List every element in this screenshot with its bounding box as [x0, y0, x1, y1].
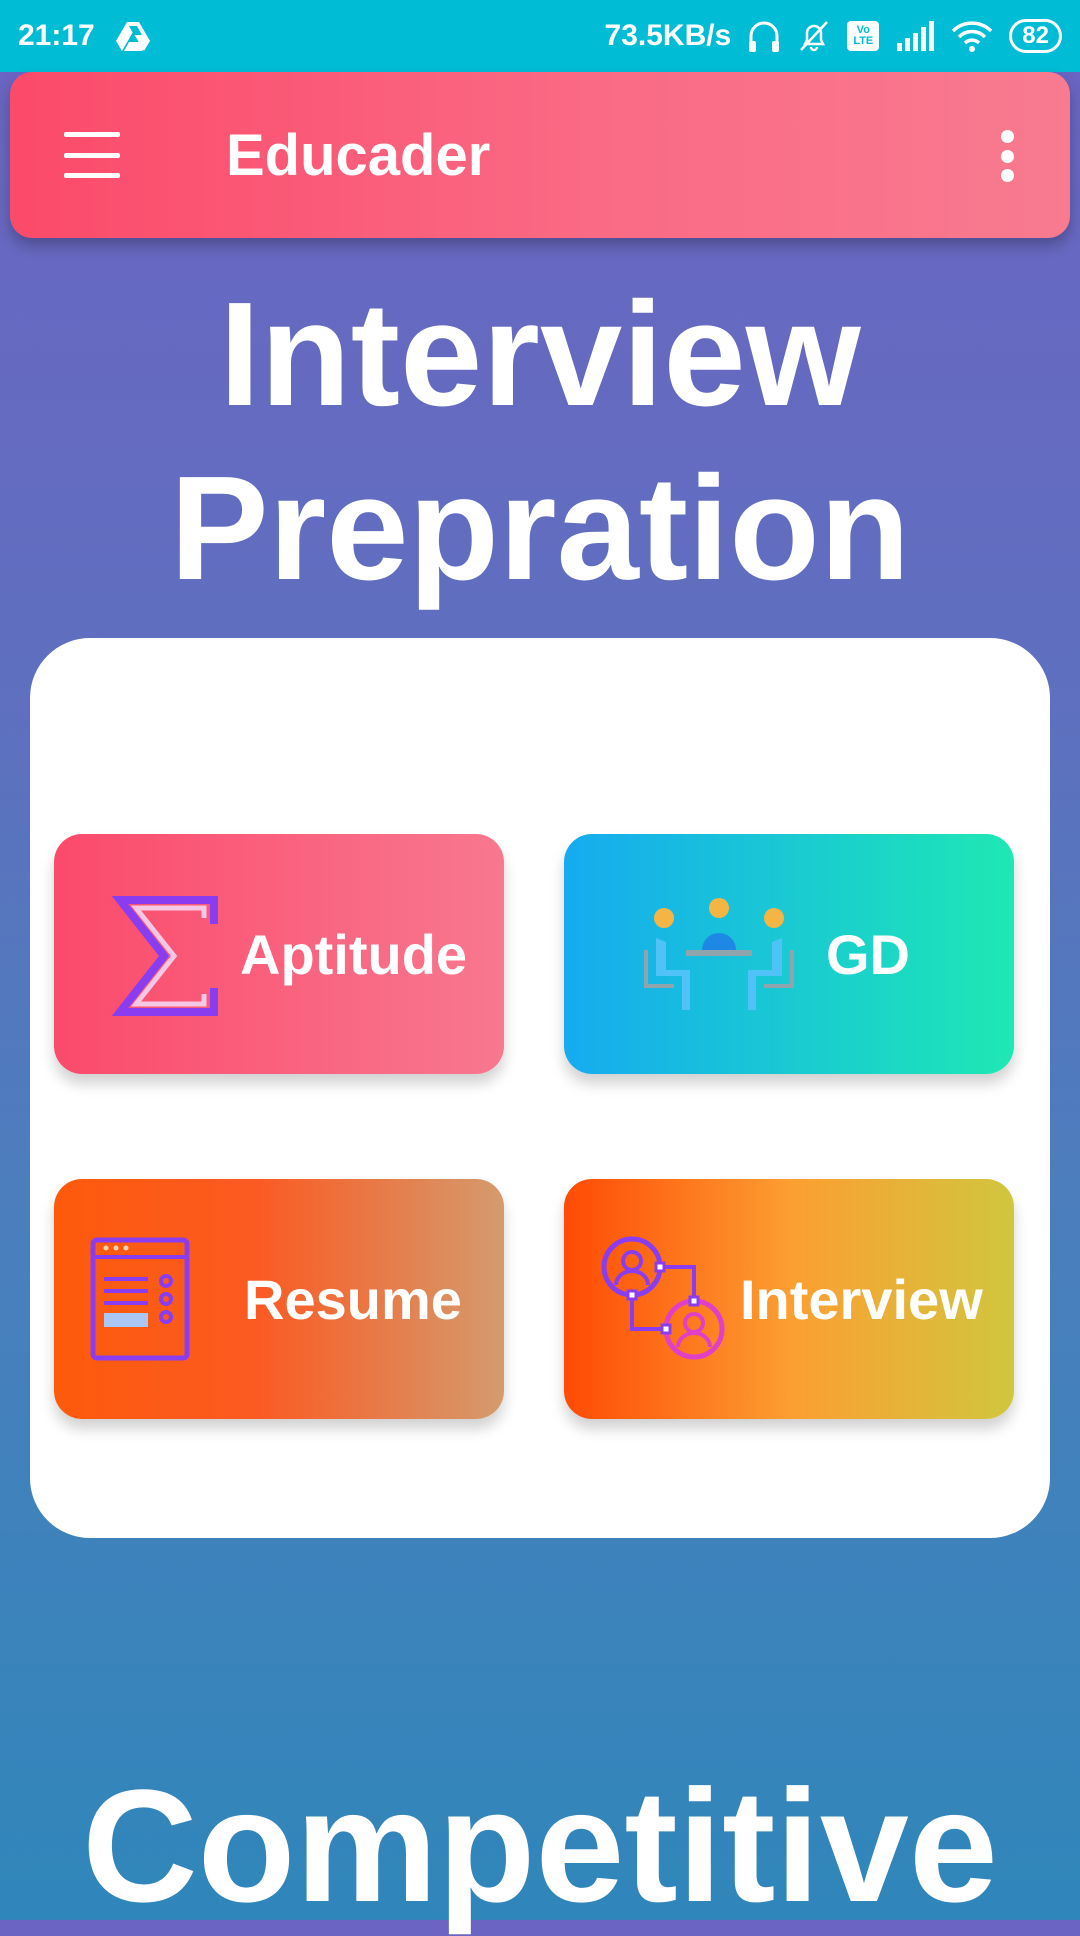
section-heading-interview-preparation: Interview Prepration	[0, 268, 1080, 616]
app-title: Educader	[226, 123, 491, 188]
resume-label: Resume	[244, 1268, 462, 1331]
wifi-icon	[951, 20, 993, 52]
battery-icon: 82	[1009, 19, 1062, 53]
network-speed: 73.5KB/s	[604, 19, 732, 52]
sigma-icon	[110, 894, 220, 1023]
headphones-icon	[747, 19, 781, 53]
heading-line-1: Interview	[219, 272, 861, 437]
resume-icon	[90, 1237, 190, 1366]
status-left: 21:17	[18, 19, 151, 53]
category-panel: Aptitude GD Resume Interview	[30, 638, 1050, 1538]
interview-icon	[600, 1235, 728, 1368]
status-time: 21:17	[18, 19, 95, 52]
group-discussion-icon	[642, 898, 796, 1019]
status-right: 73.5KB/s Vo LTE 82	[605, 19, 1062, 53]
aptitude-label: Aptitude	[240, 923, 468, 986]
more-vertical-icon[interactable]	[1000, 130, 1014, 182]
interview-label: Interview	[740, 1268, 983, 1331]
signal-icon	[895, 21, 935, 51]
resume-tile[interactable]: Resume	[54, 1179, 504, 1419]
volte-icon: Vo LTE	[847, 21, 880, 51]
battery-level: 82	[1022, 22, 1049, 49]
aptitude-tile[interactable]: Aptitude	[54, 834, 504, 1074]
section-heading-competitive: Competitive	[82, 1756, 998, 1935]
status-bar: 21:17 73.5KB/s Vo LTE 82	[0, 0, 1080, 72]
interview-tile[interactable]: Interview	[564, 1179, 1014, 1419]
app-bar: Educader	[10, 72, 1070, 238]
heading-line-2: Prepration	[169, 446, 911, 611]
menu-icon[interactable]	[64, 132, 120, 178]
gd-label: GD	[826, 923, 910, 986]
gd-tile[interactable]: GD	[564, 834, 1014, 1074]
drive-icon	[115, 20, 151, 52]
bell-off-icon	[797, 19, 831, 53]
